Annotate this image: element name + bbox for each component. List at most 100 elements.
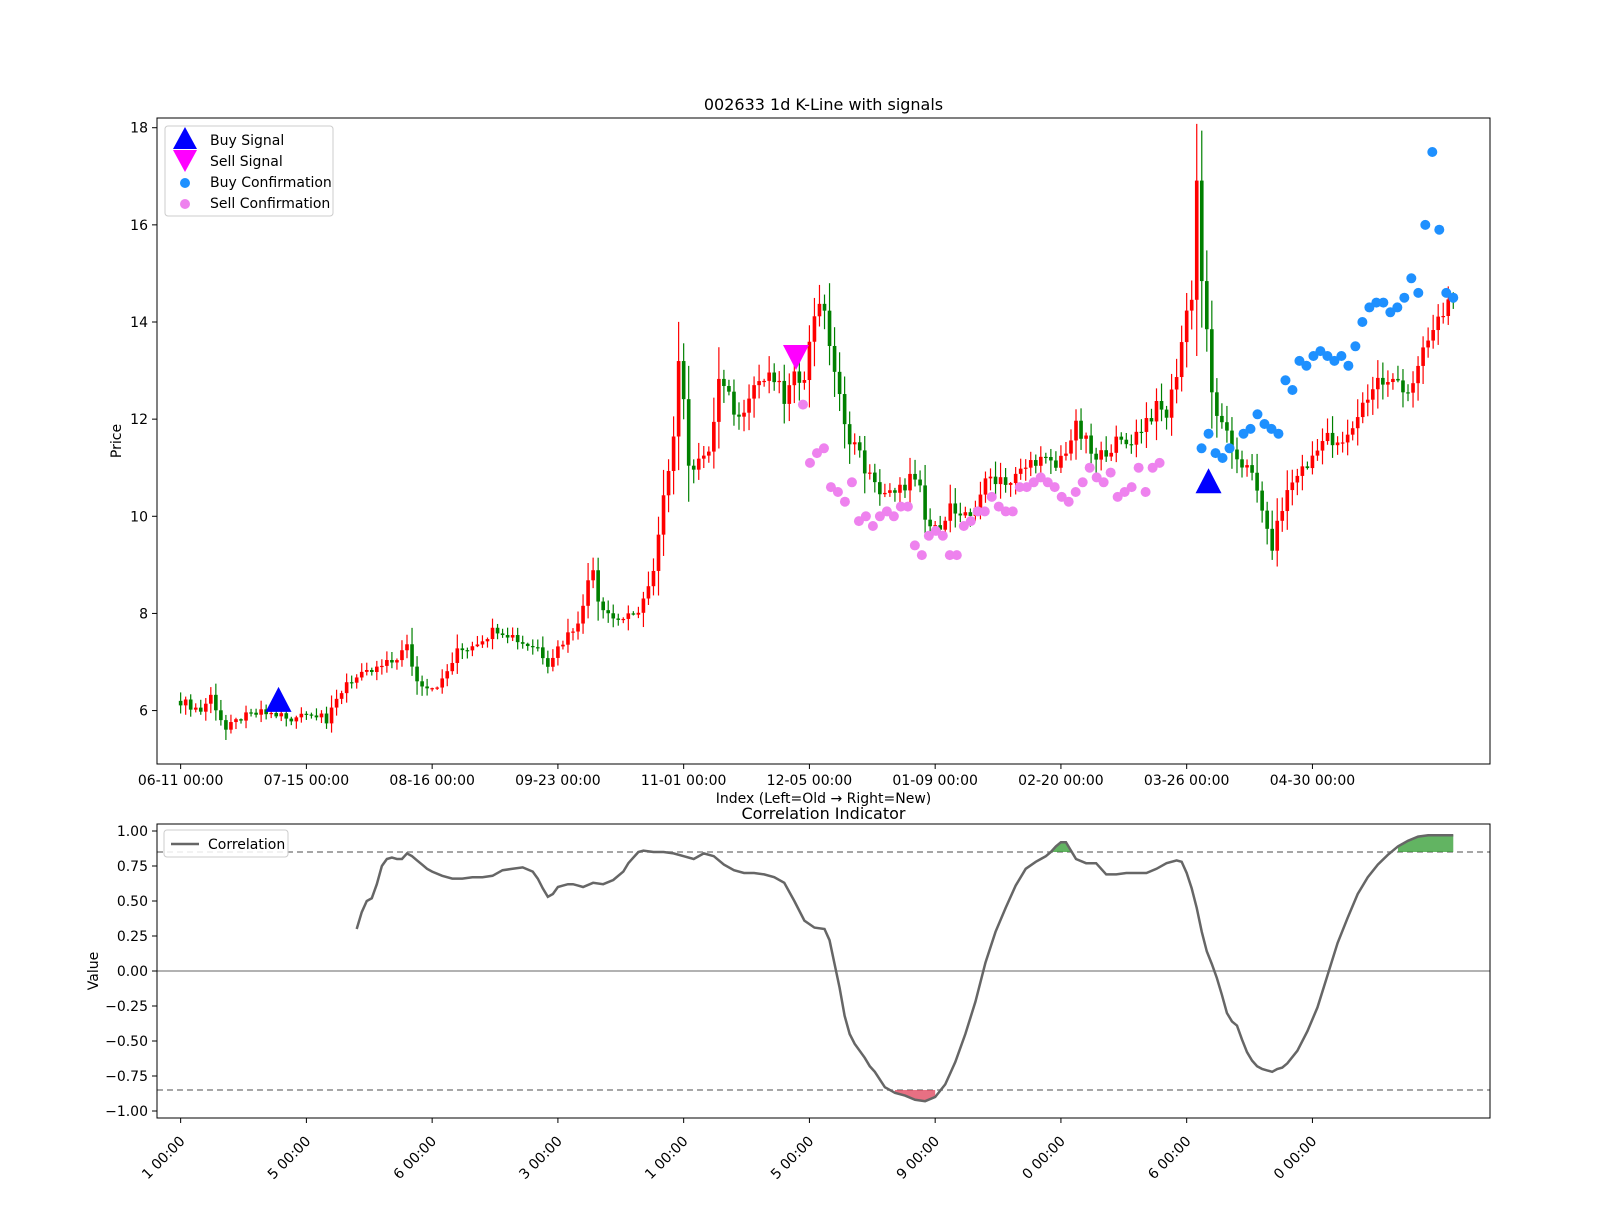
candle-body — [903, 484, 907, 491]
sell-confirmation-point — [846, 477, 857, 488]
candle-body — [606, 610, 611, 614]
candle-body — [561, 644, 565, 647]
candle-body — [872, 472, 877, 483]
candle-body — [596, 570, 600, 602]
sell-confirmation-point — [1049, 482, 1060, 493]
corr-x-tick-label: 6 00:00 — [1145, 1134, 1194, 1183]
candle-body — [440, 678, 445, 688]
candle-body — [1069, 440, 1073, 454]
sell-confirmation-point — [832, 487, 843, 497]
sell-confirmation-point — [937, 530, 948, 541]
corr-y-tick-label: −1.00 — [105, 1104, 148, 1120]
candle-body — [495, 627, 500, 634]
candle-body — [661, 495, 666, 535]
candle-body — [546, 658, 550, 667]
candle-body — [953, 503, 958, 514]
sell-confirmation-point — [860, 511, 871, 522]
buy-confirmation-point — [1196, 443, 1207, 454]
sell-confirmation-point — [1077, 477, 1088, 488]
buy-confirmation-point — [1350, 341, 1361, 352]
y-tick-label: 6 — [139, 704, 148, 720]
candle-body — [435, 687, 439, 689]
buy-signal-marker — [1195, 468, 1222, 494]
candle-body — [742, 412, 746, 417]
candle-body — [1295, 475, 1300, 483]
candle-body — [928, 519, 932, 527]
candle-body — [480, 641, 485, 645]
candle-body — [1038, 456, 1043, 466]
corr-y-tick-label: 0.75 — [117, 859, 148, 875]
candle-body — [1330, 432, 1335, 446]
sell-confirmation-point — [1070, 487, 1081, 497]
candle-body — [380, 665, 384, 668]
candle-body — [1149, 418, 1154, 422]
candle-body — [1300, 466, 1305, 476]
candle-body — [1124, 439, 1129, 445]
candle-body — [1174, 377, 1179, 390]
candle-body — [1194, 180, 1199, 300]
candle-body — [505, 635, 510, 638]
candle-body — [571, 631, 575, 633]
candle-body — [1245, 465, 1249, 468]
candle-body — [817, 303, 822, 317]
sell-confirmation-point — [965, 516, 976, 527]
candle-body — [1235, 449, 1239, 460]
candle-body — [1164, 409, 1169, 418]
sell-confirmation-point — [888, 511, 899, 522]
candle-body — [1255, 472, 1259, 491]
corr-y-tick-label: −0.25 — [105, 999, 148, 1015]
candle-body — [183, 699, 188, 706]
buy-confirmation-point — [1406, 273, 1417, 284]
candle-body — [1033, 460, 1038, 466]
x-tick-label: 12-05 00:00 — [767, 773, 852, 789]
candle-body — [420, 681, 424, 687]
candle-body — [274, 712, 279, 717]
candle-body — [178, 700, 183, 706]
candle-body — [410, 644, 414, 667]
x-tick-label: 07-15 00:00 — [264, 773, 349, 789]
buy-confirmation-point — [1245, 423, 1256, 434]
candle-body — [359, 671, 364, 678]
candle-body — [727, 386, 731, 392]
candle-body — [1360, 402, 1365, 418]
candle-body — [259, 709, 263, 715]
candle-body — [777, 380, 782, 383]
candle-body — [1260, 490, 1264, 511]
candle-body — [1154, 401, 1159, 422]
candle-body — [1220, 415, 1224, 423]
candle-body — [1355, 417, 1360, 429]
y-tick-label: 18 — [130, 121, 148, 137]
candle-body — [551, 657, 555, 667]
candle-body — [1054, 460, 1058, 468]
candle-body — [717, 378, 721, 422]
buy-confirmation-point — [1378, 297, 1389, 308]
candle-body — [224, 720, 228, 730]
candle-body — [530, 646, 535, 648]
buy-confirmation-point — [1448, 292, 1459, 303]
candle-body — [1023, 467, 1028, 469]
candle-body — [229, 722, 233, 730]
candle-body — [767, 372, 771, 381]
corr-y-tick-label: 0.25 — [117, 929, 148, 945]
candle-body — [209, 694, 213, 704]
candle-body — [244, 712, 248, 721]
y-axis-label: Price — [109, 424, 125, 458]
buy-confirmation-point — [1280, 375, 1291, 386]
candle-body — [385, 660, 389, 666]
candle-body — [681, 361, 686, 400]
candle-body — [1003, 477, 1008, 485]
x-tick-label: 03-26 00:00 — [1144, 773, 1229, 789]
candle-body — [400, 650, 404, 661]
candle-body — [998, 477, 1003, 485]
candle-body — [556, 646, 560, 658]
candle-body — [807, 341, 812, 381]
candle-body — [762, 380, 766, 383]
candle-body — [375, 666, 379, 673]
candle-body — [234, 719, 238, 723]
candle-body — [1391, 378, 1395, 383]
candle-body — [1416, 365, 1420, 384]
candle-body — [581, 605, 585, 624]
corr-legend-label: Correlation — [208, 837, 285, 853]
buy-signal-marker — [265, 686, 292, 712]
candle-body — [254, 712, 258, 715]
